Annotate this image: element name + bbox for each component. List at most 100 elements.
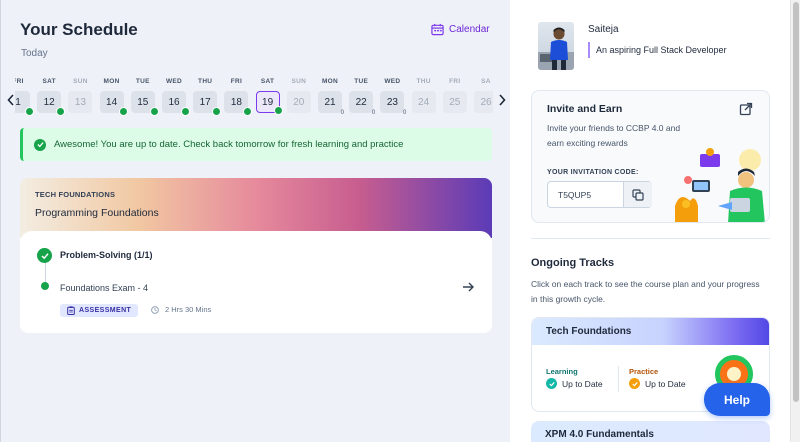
day-check-icon xyxy=(25,107,34,116)
day-number: 15 xyxy=(130,91,159,116)
course-card[interactable]: TECH FOUNDATIONS Programming Foundations… xyxy=(20,178,492,333)
assessment-label: ASSESSMENT xyxy=(79,307,132,314)
day-number: 18 xyxy=(224,91,253,116)
day-number-text: 21 xyxy=(324,96,336,108)
day-item[interactable]: TUE 15 xyxy=(130,78,159,116)
day-item[interactable]: TUE 22 0 xyxy=(348,78,376,116)
copy-icon xyxy=(632,188,644,201)
learning-status: Up to Date xyxy=(546,378,603,389)
day-item[interactable]: SAT 12 xyxy=(36,78,66,116)
next-days-button[interactable] xyxy=(496,93,508,107)
practice-check-icon xyxy=(629,378,640,389)
clipboard-icon xyxy=(67,306,75,315)
course-card-header: TECH FOUNDATIONS Programming Foundations xyxy=(20,178,492,238)
day-number: 17 xyxy=(193,91,222,116)
calendar-label: Calendar xyxy=(449,24,490,35)
day-name: WED xyxy=(384,78,401,85)
day-number: 16 xyxy=(162,91,190,116)
ongoing-tracks-description: Click on each track to see the course pl… xyxy=(531,279,760,304)
track-card-xpm-fundamentals[interactable]: XPM 4.0 Fundamentals xyxy=(531,421,770,442)
day-item[interactable]: SUN 20 xyxy=(286,78,312,113)
scrollbar-thumb[interactable] xyxy=(793,2,799,402)
day-number-text: 19 xyxy=(262,96,274,108)
help-button[interactable]: Help xyxy=(704,383,770,416)
day-item[interactable]: MON 21 0 xyxy=(317,78,344,116)
day-strip: FRI 1 SAT 12 SUN 13 MON 14 TUE 15 WED 16 THU 17 FRI 18 S… xyxy=(15,78,493,116)
arrow-right-icon[interactable] xyxy=(461,280,475,294)
day-number-text: 22 xyxy=(355,96,367,108)
invite-description: Invite your friends to CCBP 4.0 and earn… xyxy=(547,123,681,148)
day-item[interactable]: THU 24 xyxy=(411,78,437,113)
day-number: 23 0 xyxy=(380,91,407,116)
day-number-text: 25 xyxy=(449,96,461,108)
day-item[interactable]: WED 16 xyxy=(161,78,190,116)
day-number: 20 xyxy=(286,91,311,113)
day-number-text: 18 xyxy=(230,96,242,108)
day-item[interactable]: THU 17 xyxy=(192,78,222,116)
day-name: MON xyxy=(321,78,339,85)
duration: 2 Hrs 30 Mins xyxy=(151,305,211,314)
day-check-icon xyxy=(181,107,190,116)
avatar xyxy=(538,22,574,70)
practice-status-text: Up to Date xyxy=(645,378,686,389)
day-item[interactable]: SUN 13 xyxy=(67,78,93,113)
section-check-icon xyxy=(37,248,52,263)
status-banner: Awesome! You are up to date. Check back … xyxy=(20,128,492,161)
invitation-code: T5QUP5 xyxy=(558,190,592,200)
day-item[interactable]: FRI 18 xyxy=(223,78,253,116)
day-name: MON xyxy=(103,78,120,85)
exam-item[interactable]: Foundations Exam - 4 xyxy=(60,283,148,293)
external-link-icon[interactable] xyxy=(739,102,753,116)
referral-illustration xyxy=(675,148,765,222)
day-number-text: 13 xyxy=(74,96,86,108)
profile-name: Saiteja xyxy=(588,24,619,35)
course-title: Programming Foundations xyxy=(35,207,159,219)
day-name: SUN xyxy=(291,78,307,85)
day-number-text: 14 xyxy=(106,96,118,108)
track-separator xyxy=(618,366,619,392)
track-header: Tech Foundations xyxy=(532,318,769,345)
learning-label: Learning xyxy=(546,367,578,376)
scrollbar[interactable] xyxy=(790,0,800,442)
day-item[interactable]: FRI 25 xyxy=(442,78,468,113)
day-number: 22 0 xyxy=(349,91,376,116)
day-number: 12 xyxy=(37,91,66,116)
day-number: 19 xyxy=(255,91,283,115)
day-count: 0 xyxy=(403,110,407,116)
day-number: 21 0 xyxy=(318,91,344,116)
day-item[interactable]: WED 23 0 xyxy=(379,78,407,116)
day-check-icon xyxy=(149,107,159,116)
practice-status: Up to Date xyxy=(629,378,686,389)
learning-check-icon xyxy=(546,378,557,389)
profile-tagline: An aspiring Full Stack Developer xyxy=(588,42,727,58)
calendar-link[interactable]: Calendar xyxy=(431,23,490,36)
day-name: THU xyxy=(416,78,431,85)
day-item[interactable]: SA 26 xyxy=(473,78,493,113)
practice-label: Practice xyxy=(629,367,659,376)
invitation-code-label: YOUR INVITATION CODE: xyxy=(547,169,639,176)
today-label: Today xyxy=(21,48,48,59)
invitation-code-field: T5QUP5 xyxy=(547,181,652,208)
day-name: WED xyxy=(165,78,183,85)
day-item[interactable]: FRI 1 xyxy=(15,78,34,116)
day-check-icon xyxy=(56,107,66,116)
ongoing-tracks-title: Ongoing Tracks xyxy=(531,257,615,269)
day-count: 0 xyxy=(340,110,344,116)
day-check-icon xyxy=(273,106,283,115)
day-number: 26 xyxy=(474,91,493,113)
day-number-text: 1 xyxy=(15,96,21,108)
banner-text: Awesome! You are up to date. Check back … xyxy=(54,139,404,150)
copy-button[interactable] xyxy=(623,182,652,207)
day-item[interactable]: MON 14 xyxy=(99,78,128,116)
day-number-text: 16 xyxy=(168,96,180,108)
day-number-text: 12 xyxy=(43,96,55,108)
day-number-text: 24 xyxy=(418,96,430,108)
day-item[interactable]: SAT 19 xyxy=(255,78,283,115)
section-title: Problem-Solving (1/1) xyxy=(60,250,153,260)
day-count: 0 xyxy=(371,110,376,116)
track-name-2: XPM 4.0 Fundamentals xyxy=(545,429,654,440)
day-name: FRI xyxy=(15,78,24,85)
learning-status-text: Up to Date xyxy=(562,378,603,389)
day-number-text: 20 xyxy=(293,96,305,108)
duration-text: 2 Hrs 30 Mins xyxy=(165,305,212,314)
